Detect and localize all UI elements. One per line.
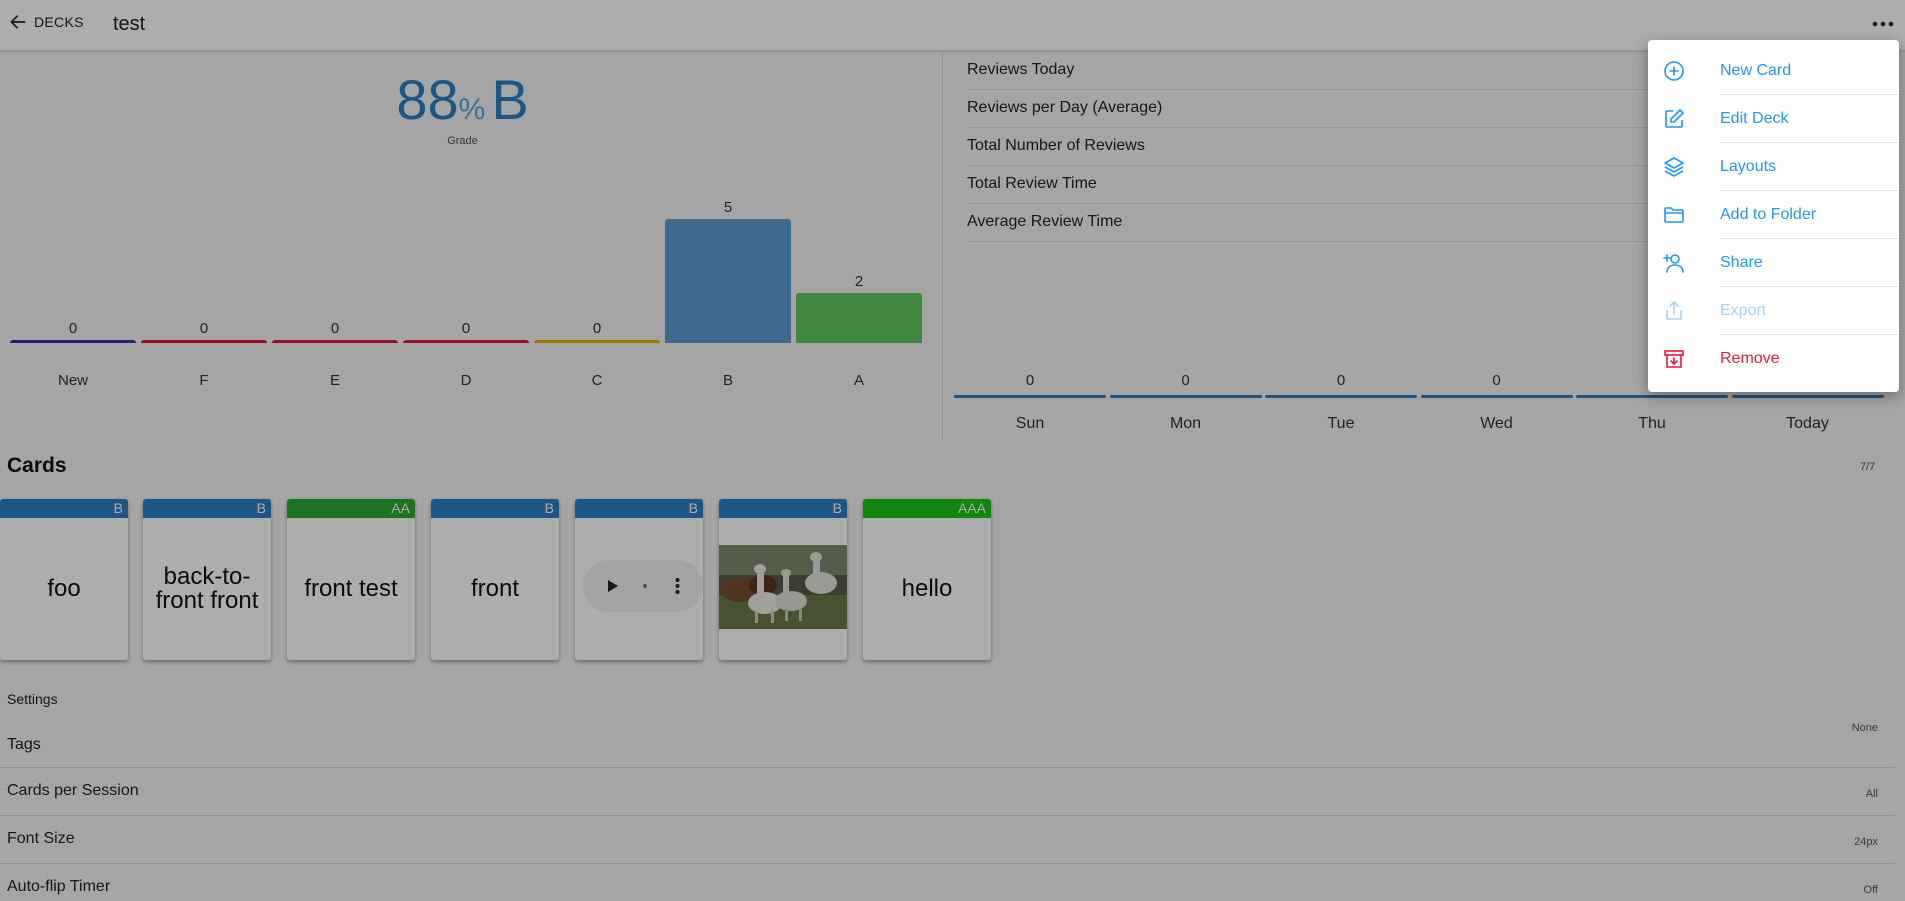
plus-circle-icon (1664, 61, 1684, 81)
folder-icon (1664, 207, 1684, 223)
menu-item-share[interactable]: Share (1648, 239, 1899, 287)
menu-item-label: New Card (1720, 62, 1792, 79)
menu-item-export: Export (1648, 287, 1899, 335)
layers-icon (1664, 157, 1684, 177)
menu-item-new-card[interactable]: New Card (1648, 47, 1899, 95)
deck-options-menu: New Card Edit Deck Layouts Add to Folder… (1648, 40, 1899, 392)
modal-backdrop[interactable] (0, 0, 1905, 901)
menu-item-label: Layouts (1720, 158, 1777, 175)
archive-icon (1664, 350, 1684, 368)
menu-item-remove[interactable]: Remove (1648, 335, 1899, 383)
edit-icon (1665, 109, 1684, 128)
export-icon (1666, 301, 1682, 320)
menu-item-label: Add to Folder (1720, 206, 1817, 223)
menu-item-label: Export (1720, 302, 1767, 319)
menu-item-add-to-folder[interactable]: Add to Folder (1648, 191, 1899, 239)
menu-item-edit-deck[interactable]: Edit Deck (1648, 95, 1899, 143)
menu-item-label: Share (1720, 254, 1763, 271)
add-user-icon (1663, 254, 1684, 273)
menu-item-label: Remove (1720, 350, 1780, 367)
menu-item-layouts[interactable]: Layouts (1648, 143, 1899, 191)
menu-item-label: Edit Deck (1720, 110, 1789, 127)
